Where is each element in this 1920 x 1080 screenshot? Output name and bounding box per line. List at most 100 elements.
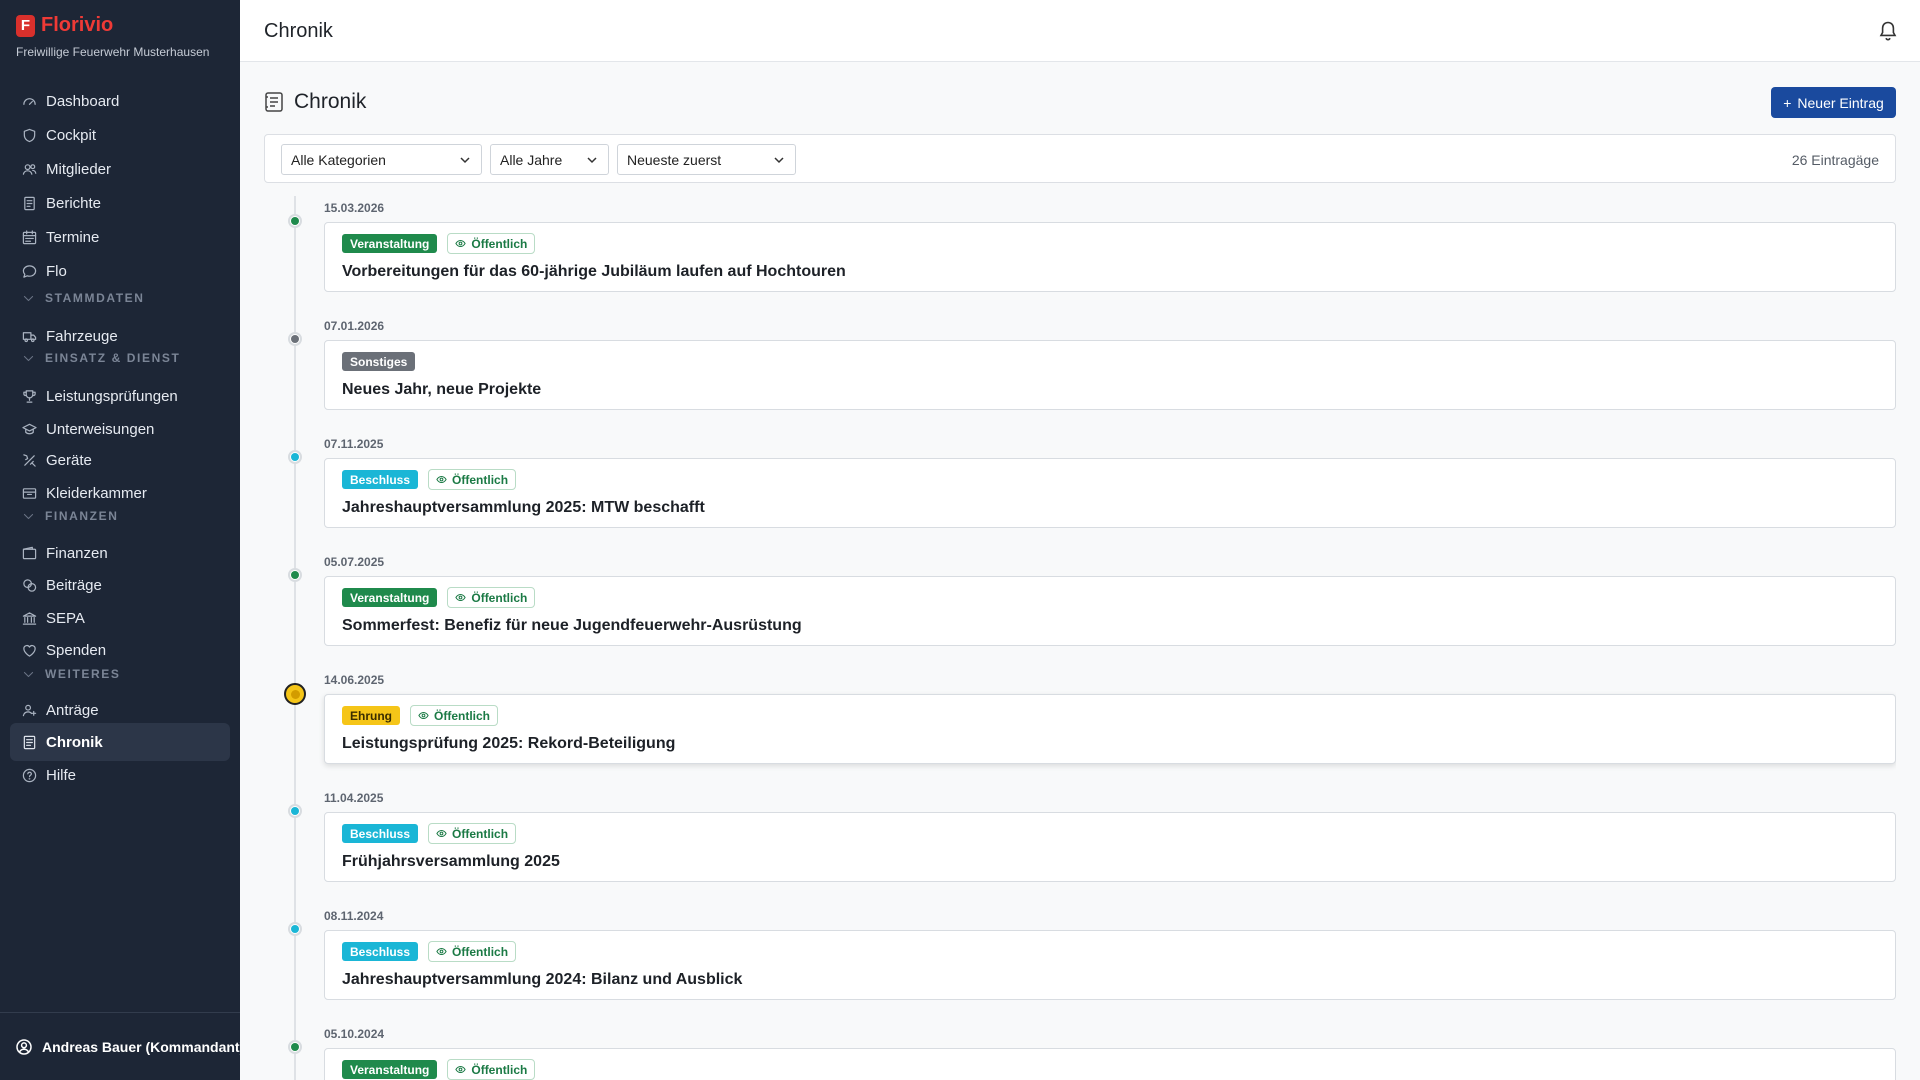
public-label: Öffentlich [452,826,509,841]
timeline-dot-icon [288,332,302,346]
timeline-dot-icon [288,922,302,936]
sidebar-item-label: Flo [46,262,67,280]
category-badge: Veranstaltung [342,1060,438,1079]
new-entry-button[interactable]: + Neuer Eintrag [1771,87,1896,118]
year-filter-select[interactable]: Alle Jahre [490,144,609,175]
eye-icon [436,947,447,956]
entry-badges: Veranstaltung Öffentlich [342,1059,536,1080]
entry-date: 05.10.2024 [324,1027,385,1041]
entry-card[interactable]: Veranstaltung Öffentlich [324,1048,1896,1080]
sidebar-item-label: Mitglieder [46,160,112,178]
entry-date: 11.04.2025 [324,791,384,805]
truck-icon [22,329,37,344]
entry-card[interactable]: Veranstaltung Öffentlich Vorbereitungen fü… [324,222,1896,292]
bell-icon[interactable] [1878,20,1898,42]
nav-section-label: STAMMDATEN [45,291,145,305]
timeline-entry: 14.06.2025 Ehrung Öffentlich Leistungsprüfu… [264,668,1896,778]
category-badge: Veranstaltung [342,588,438,607]
sidebar-item-label: Termine [46,228,100,246]
sidebar-item-termine[interactable]: Termine [10,218,230,256]
chevron-down-icon [460,157,470,164]
filter-bar: Alle Kategorien Alle Jahre Neueste zuers… [264,134,1896,183]
category-filter-select[interactable]: Alle Kategorien [281,144,482,175]
eye-icon [455,239,467,248]
entry-date: 07.01.2026 [324,319,385,333]
chevron-down-icon [23,671,34,677]
timeline-entry: 07.11.2025 Beschluss Öffentlich Jahreshaupt… [264,432,1896,542]
brand[interactable]: F Florivio Freiwillige Feuerwehr Musterh… [16,14,209,59]
entry-card[interactable]: Beschluss Öffentlich Jahreshauptversammlun… [324,458,1896,528]
category-badge: Ehrung [342,706,400,725]
help-icon [22,768,37,783]
timeline-entry: 07.01.2026 Sonstiges Neues Jahr, neue Proj… [264,314,1896,424]
category-badge: Beschluss [342,470,419,489]
sidebar-item-label: Finanzen [46,544,108,562]
entry-badges: Beschluss Öffentlich [342,941,517,962]
nav-section-finanzen[interactable]: FINANZEN [10,506,230,526]
chronicle-timeline: 15.03.2026 Veranstaltung Öffentlich Vorbere… [264,196,1896,1080]
calendar-icon [22,229,37,245]
sidebar-item-label: Anträge [46,701,99,719]
category-filter-value: Alle Kategorien [291,151,386,168]
entry-count: 26 Eintragäge [1791,152,1879,168]
user-circle-icon [16,1038,32,1055]
users-icon [22,162,37,177]
nav-section-stammdaten[interactable]: STAMMDATEN [10,288,230,308]
entry-date: 15.03.2026 [324,201,385,215]
category-badge: Veranstaltung [342,234,438,253]
entry-title: Jahreshauptversammlung 2024: Bilanz und … [342,971,743,988]
entry-date: 08.11.2024 [324,909,384,923]
timeline-dot-icon [288,214,302,228]
category-badge: Beschluss [342,942,419,961]
brand-logo-icon: F [16,14,35,37]
sidebar-item-mitglieder[interactable]: Mitglieder [10,150,230,188]
entry-card[interactable]: Ehrung Öffentlich Leistungsprüfung 2025: R… [324,694,1896,764]
sidebar-item-dashboard[interactable]: Dashboard [10,82,230,120]
timeline-dot-icon [284,683,306,705]
entry-card[interactable]: Beschluss Öffentlich Jahreshauptversammlun… [324,930,1896,1000]
entry-card[interactable]: Beschluss Öffentlich Frühjahrsversammlung … [324,812,1896,882]
public-badge: Öffentlich [447,233,536,254]
eye-icon [455,593,467,602]
timeline-entry: 05.07.2025 Veranstaltung Öffentlich Sommerf… [264,550,1896,660]
page-title: Chronik [294,90,367,113]
entry-card[interactable]: Sonstiges Neues Jahr, neue Projekte [324,340,1896,410]
eye-icon [436,475,447,484]
entry-card[interactable]: Veranstaltung Öffentlich Sommerfest: Benef… [324,576,1896,646]
public-label: Öffentlich [471,590,528,605]
public-label: Öffentlich [471,1062,528,1077]
top-bar: Chronik [240,0,1920,62]
sidebar-item-label: SEPA [46,609,85,627]
sidebar-item-label: Kleiderkammer [46,484,147,502]
nav-section-weiteres[interactable]: WEITERES [10,664,230,684]
entry-title: Leistungsprüfung 2025: Rekord-Beteiligun… [342,735,676,752]
sidebar-item-flo[interactable]: Flo [10,252,230,290]
sidebar-item-label: Chronik [46,733,103,751]
public-badge: Öffentlich [447,587,536,608]
user-menu[interactable]: Andreas Bauer (Kommandant) [0,1012,240,1080]
timeline-dot-icon [288,450,302,464]
nav-section-label: FINANZEN [45,509,119,523]
eye-icon [418,711,429,720]
sidebar-item-cockpit[interactable]: Cockpit [10,116,230,154]
sidebar-item-berichte[interactable]: Berichte [10,184,230,222]
nav-section-label: WEITERES [45,667,121,681]
sort-select[interactable]: Neueste zuerst [617,144,796,175]
timeline-entry: 15.03.2026 Veranstaltung Öffentlich Vorbere… [264,196,1896,306]
entry-badges: Ehrung Öffentlich [342,705,498,726]
entry-title: Jahreshauptversammlung 2025: MTW beschaf… [342,499,705,516]
wallet-icon [22,546,37,561]
timeline-dot-icon [288,568,302,582]
sidebar: F Florivio Freiwillige Feuerwehr Musterh… [0,0,240,1080]
sidebar-item-label: Beiträge [46,576,102,594]
chevron-down-icon [587,157,597,164]
sidebar-item-label: Dashboard [46,92,120,110]
public-label: Öffentlich [452,944,509,959]
chevron-down-icon [774,157,784,164]
sidebar-item-hilfe[interactable]: Hilfe [10,756,230,794]
bank-icon [22,611,37,626]
nav-section-einsatz-dienst[interactable]: EINSATZ & DIENST [10,348,230,368]
public-badge: Öffentlich [428,941,517,962]
sidebar-item-label: Fahrzeuge [46,327,118,345]
chronicle-icon [265,92,283,112]
